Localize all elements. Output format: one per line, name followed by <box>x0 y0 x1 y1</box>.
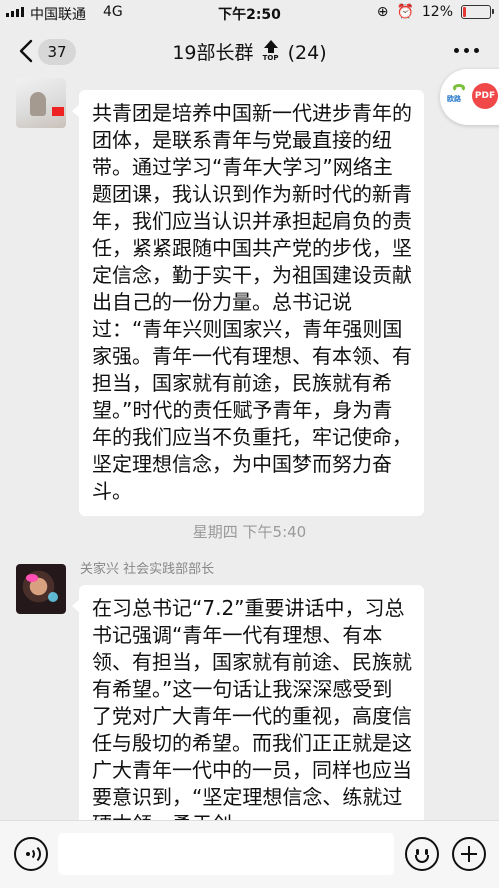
nav-bar: 37 19部长群 TOP (24) <box>0 26 499 78</box>
app-logo-icon: 欧路 <box>447 84 471 106</box>
input-bar <box>0 820 499 888</box>
sender-name: 关家兴 社会实践部部长 <box>80 562 215 577</box>
battery-icon <box>461 5 494 19</box>
emoji-button[interactable] <box>405 837 439 871</box>
logo-label: 欧路 <box>447 95 461 103</box>
avatar-figure <box>30 92 46 116</box>
more-dots-icon[interactable] <box>454 48 479 53</box>
message-input[interactable] <box>58 833 394 875</box>
voice-button[interactable] <box>14 837 48 871</box>
add-button[interactable] <box>452 837 486 871</box>
top-arrow-icon: TOP <box>262 39 280 62</box>
avatar[interactable] <box>16 78 66 128</box>
chat-title: 19部长群 TOP (24) <box>0 38 499 65</box>
top-badge-text: TOP <box>262 54 279 62</box>
alarm-icon: ⏰ <box>396 4 414 20</box>
screen-rotation-lock-icon: ⊕ <box>376 4 389 20</box>
message-bubble[interactable]: 共青团是培养中国新一代进步青年的团体，是联系青年与党最直接的纽带。通过学习“青年… <box>72 90 424 516</box>
battery-fill <box>463 7 466 17</box>
status-bar: 中国联通 4G 下午2:50 ⊕ ⏰ 12% <box>0 0 499 26</box>
chat-area[interactable]: 共青团是培养中国新一代进步青年的团体，是联系青年与党最直接的纽带。通过学习“青年… <box>0 78 499 820</box>
message-bubble[interactable]: 在习总书记“7.2”重要讲话中，习总书记强调“青年一代有理想、有本领、有担当，国… <box>72 585 424 820</box>
avatar[interactable] <box>16 564 66 614</box>
avatar-decoration <box>26 574 38 582</box>
avatar-decoration <box>48 592 58 602</box>
flag-icon <box>52 107 64 116</box>
group-name: 19部长群 <box>172 42 254 64</box>
pdf-icon[interactable]: PDF <box>472 83 498 109</box>
battery-percent: 12% <box>421 4 453 20</box>
member-count: (24) <box>287 42 327 64</box>
floating-pdf-widget[interactable]: 欧路 PDF <box>440 69 499 125</box>
time-divider: 星期四 下午5:40 <box>192 523 307 541</box>
status-icons: ⊕ ⏰ 12% <box>376 4 494 20</box>
